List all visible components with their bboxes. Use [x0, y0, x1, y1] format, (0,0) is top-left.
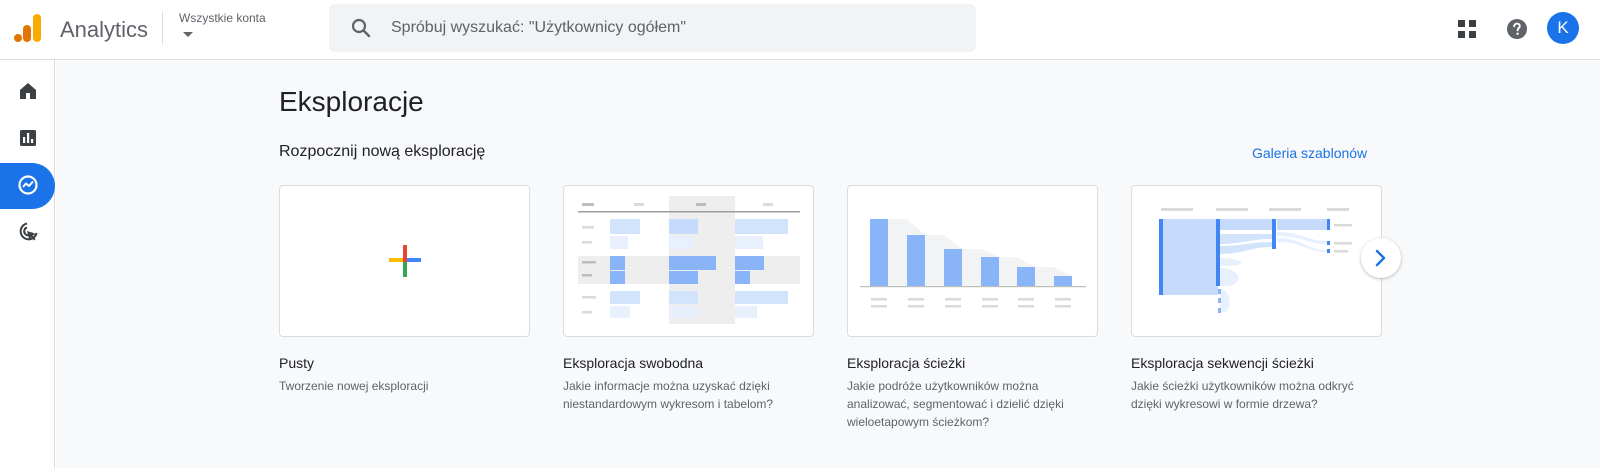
card-funnel[interactable]: Eksploracja ścieżki Jakie podróże użytko… [847, 185, 1098, 431]
search-bar[interactable] [329, 4, 976, 52]
explore-icon [18, 175, 38, 195]
carousel-next-button[interactable] [1361, 238, 1401, 278]
apps-grid-icon[interactable] [1456, 18, 1478, 40]
search-input[interactable] [391, 14, 951, 42]
help-icon[interactable] [1505, 17, 1529, 41]
card-title: Eksploracja swobodna [563, 355, 704, 371]
card-title: Eksploracja ścieżki [847, 355, 966, 371]
nav-advertising[interactable] [0, 210, 55, 256]
top-bar: Analytics Wszystkie konta K [0, 0, 1600, 60]
page-title: Eksploracje [279, 86, 424, 117]
card-description: Tworzenie nowej eksploracji [279, 379, 429, 393]
funnel-chart-illustration [860, 219, 1086, 308]
advertising-icon [19, 222, 38, 241]
nav-home[interactable] [0, 69, 55, 115]
avatar[interactable]: K [1547, 12, 1579, 44]
path-tree-illustration [1159, 208, 1352, 313]
card-thumbnail[interactable] [279, 185, 530, 337]
chevron-down-icon[interactable] [183, 32, 193, 37]
section-title: Rozpocznij nową eksplorację [279, 143, 486, 160]
nav-explore[interactable] [0, 163, 55, 209]
card-thumbnail[interactable] [563, 185, 814, 337]
search-icon [351, 18, 371, 38]
card-description: Jakie informacje można uzyskać dzięki ni… [563, 379, 774, 411]
left-navigation-rail [0, 60, 55, 468]
nav-reports[interactable] [0, 116, 55, 162]
chevron-right-icon [1375, 249, 1386, 267]
card-title: Eksploracja sekwencji ścieżki [1131, 355, 1314, 371]
plus-icon [389, 245, 421, 277]
card-description: Jakie podróże użytkowników można analizo… [847, 379, 1064, 429]
account-selector-label[interactable]: Wszystkie konta [179, 11, 266, 25]
home-icon [20, 83, 36, 99]
reports-icon [20, 130, 36, 146]
card-thumbnail[interactable] [1131, 185, 1382, 337]
card-thumbnail[interactable] [847, 185, 1098, 337]
card-path[interactable]: Eksploracja sekwencji ścieżki Jakie ście… [1131, 185, 1382, 413]
card-free-form[interactable]: Eksploracja swobodna Jakie informacje mo… [563, 185, 814, 413]
template-gallery-link[interactable]: Galeria szablonów [1252, 145, 1367, 161]
analytics-logo[interactable] [14, 13, 42, 43]
card-description: Jakie ścieżki użytkowników można odkryć … [1131, 379, 1354, 411]
card-blank[interactable]: Pusty Tworzenie nowej eksploracji [279, 185, 530, 395]
header-divider [162, 12, 163, 44]
app-title: Analytics [60, 17, 149, 42]
free-form-table-illustration [578, 196, 800, 324]
card-title: Pusty [279, 355, 315, 371]
